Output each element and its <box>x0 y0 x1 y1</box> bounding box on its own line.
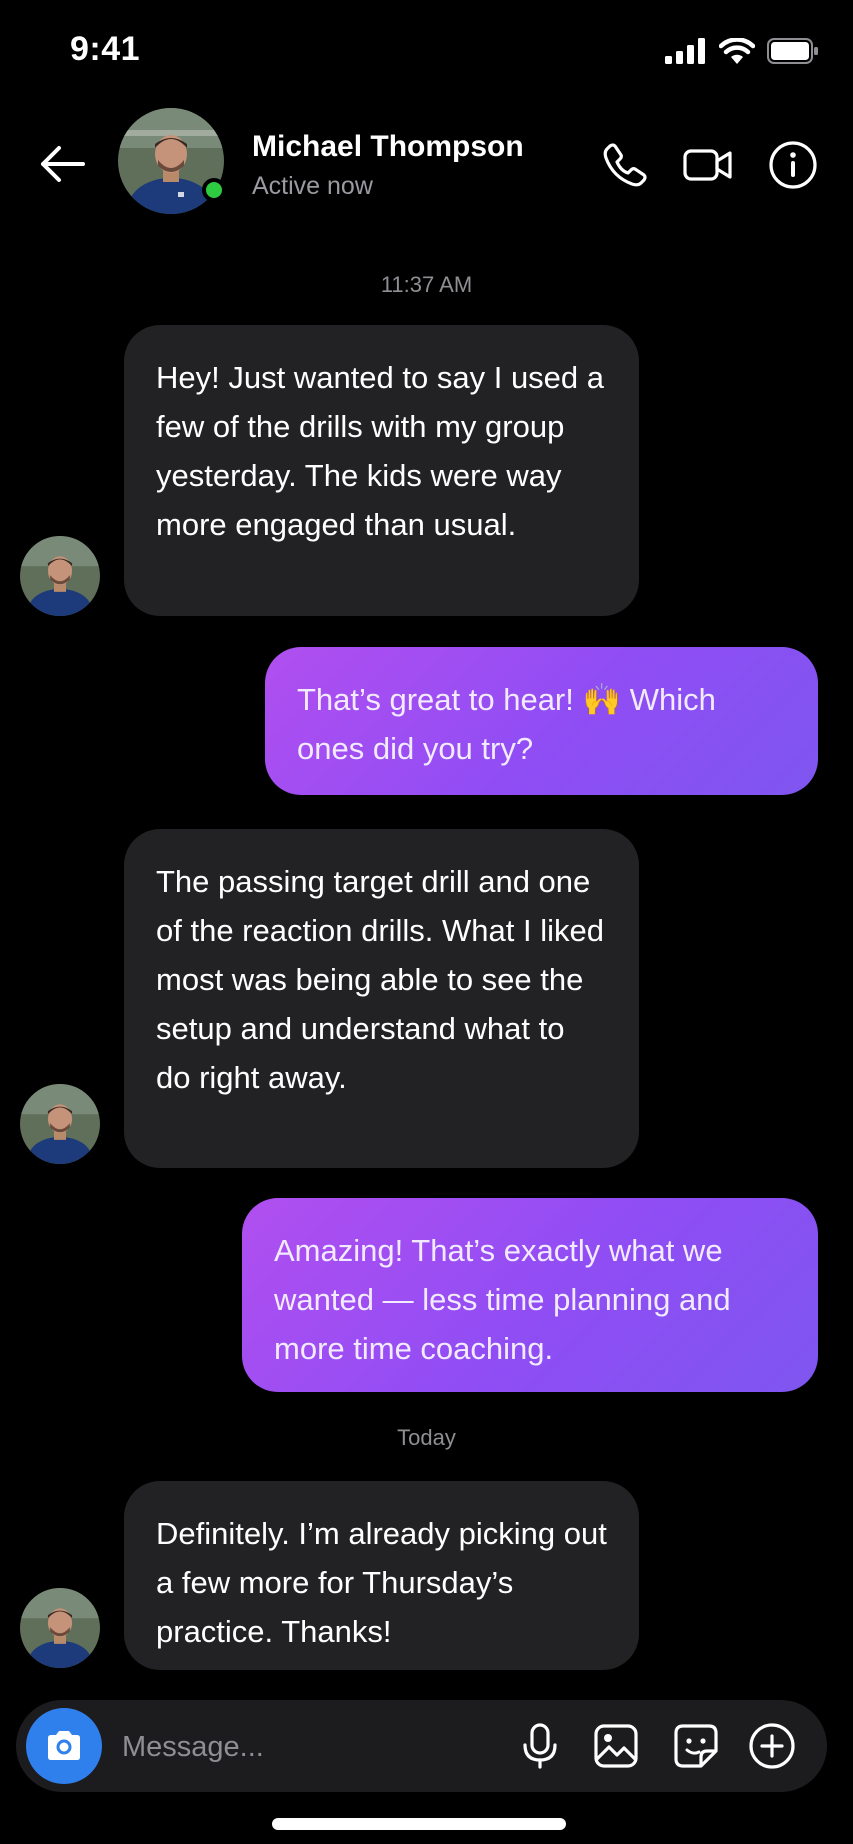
sender-avatar[interactable] <box>20 1084 100 1164</box>
microphone-icon <box>523 1723 557 1769</box>
more-options-button[interactable] <box>744 1718 800 1774</box>
call-button[interactable] <box>598 138 652 192</box>
status-bar: 9:41 <box>0 0 853 100</box>
contact-avatar[interactable] <box>118 108 226 214</box>
online-status-dot <box>202 178 226 202</box>
phone-icon <box>603 143 647 187</box>
home-indicator[interactable] <box>272 1818 566 1830</box>
image-icon <box>594 1724 638 1768</box>
plus-icon <box>749 1723 795 1769</box>
sender-avatar[interactable] <box>20 1588 100 1668</box>
incoming-message[interactable]: Hey! Just wanted to say I used a few of … <box>124 325 639 616</box>
camera-button[interactable] <box>26 1708 102 1784</box>
video-call-button[interactable] <box>681 138 735 192</box>
video-camera-icon <box>683 149 732 181</box>
gallery-button[interactable] <box>588 1718 644 1774</box>
contact-name[interactable]: Michael Thompson <box>252 130 524 164</box>
timestamp: Today <box>397 1425 456 1450</box>
back-arrow-icon <box>41 146 85 182</box>
cellular-signal-icon <box>665 38 705 64</box>
sticker-button[interactable] <box>668 1718 724 1774</box>
profile-photo-icon <box>20 1588 100 1668</box>
sender-avatar[interactable] <box>20 536 100 616</box>
incoming-message[interactable]: Definitely. I’m already picking out a fe… <box>124 1481 639 1670</box>
info-button[interactable] <box>766 138 820 192</box>
contact-status: Active now <box>252 172 373 200</box>
wifi-icon <box>719 38 755 64</box>
incoming-message[interactable]: The passing target drill and one of the … <box>124 829 639 1168</box>
voice-message-button[interactable] <box>512 1718 568 1774</box>
battery-icon <box>767 38 818 64</box>
message-composer <box>16 1700 827 1792</box>
message-input[interactable] <box>120 1722 424 1772</box>
outgoing-message[interactable]: That’s great to hear! 🙌 Which ones did y… <box>265 647 818 795</box>
timestamp: 11:37 AM <box>380 272 473 297</box>
outgoing-message[interactable]: Amazing! That’s exactly what we wanted —… <box>242 1198 818 1392</box>
profile-photo-icon <box>20 536 100 616</box>
status-time: 9:41 <box>70 30 141 68</box>
camera-icon <box>48 1731 80 1760</box>
back-button[interactable] <box>34 136 90 192</box>
info-icon <box>769 141 817 189</box>
chat-header: Michael Thompson Active now <box>0 100 853 240</box>
sticker-icon <box>674 1724 718 1768</box>
status-icons <box>665 38 819 64</box>
profile-photo-icon <box>20 1084 100 1164</box>
